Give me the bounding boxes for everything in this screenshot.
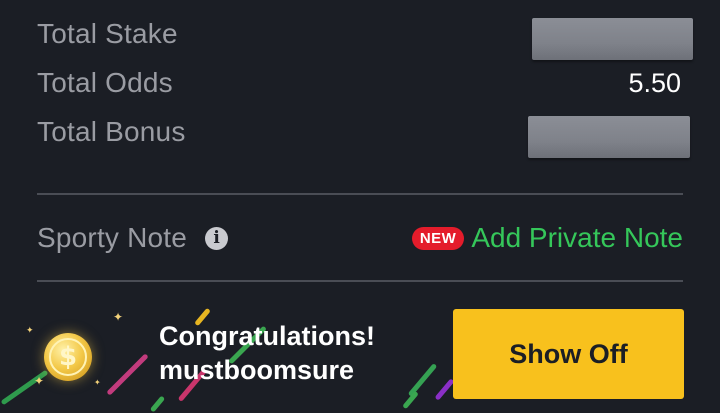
confetti-streak [106, 353, 149, 396]
total-odds-row: Total Odds 5.50 [37, 63, 683, 103]
sporty-note-group: Sporty Note i [37, 222, 229, 254]
total-odds-label: Total Odds [37, 67, 173, 98]
total-stake-label: Total Stake [37, 18, 178, 49]
star-icon: ✦ [26, 325, 34, 335]
star-icon: ✦ [94, 378, 101, 387]
coin-icon: $ [44, 333, 92, 381]
congratulations-line: Congratulations! [159, 321, 375, 351]
total-bonus-value-blurred [528, 116, 690, 158]
total-odds-value: 5.50 [628, 67, 681, 98]
confetti-streak [407, 363, 438, 397]
sporty-note-row: Sporty Note i NEW Add Private Note [37, 218, 683, 258]
star-icon: ✦ [113, 310, 124, 324]
info-icon[interactable]: i [205, 226, 229, 250]
coin-symbol: $ [49, 338, 87, 376]
show-off-button[interactable]: Show Off [453, 309, 684, 399]
congratulations-text: Congratulations! mustboomsure [159, 319, 375, 387]
confetti-streak [434, 378, 455, 401]
total-stake-value-blurred [532, 18, 693, 60]
divider-bottom [37, 280, 683, 282]
confetti-streak [149, 395, 166, 413]
sporty-note-label: Sporty Note [37, 222, 188, 253]
star-icon: ✦ [34, 374, 45, 388]
total-bonus-label: Total Bonus [37, 116, 186, 147]
username-line: mustboomsure [159, 355, 355, 385]
new-badge: NEW [411, 226, 465, 250]
share-promo-banner: ✦ ✦ ✦ ✦ $ Congratulations! mustboomsure … [0, 285, 720, 413]
divider-top [37, 193, 683, 195]
add-private-note-label[interactable]: Add Private Note [471, 222, 683, 254]
add-private-note-link[interactable]: NEW Add Private Note [411, 222, 683, 254]
